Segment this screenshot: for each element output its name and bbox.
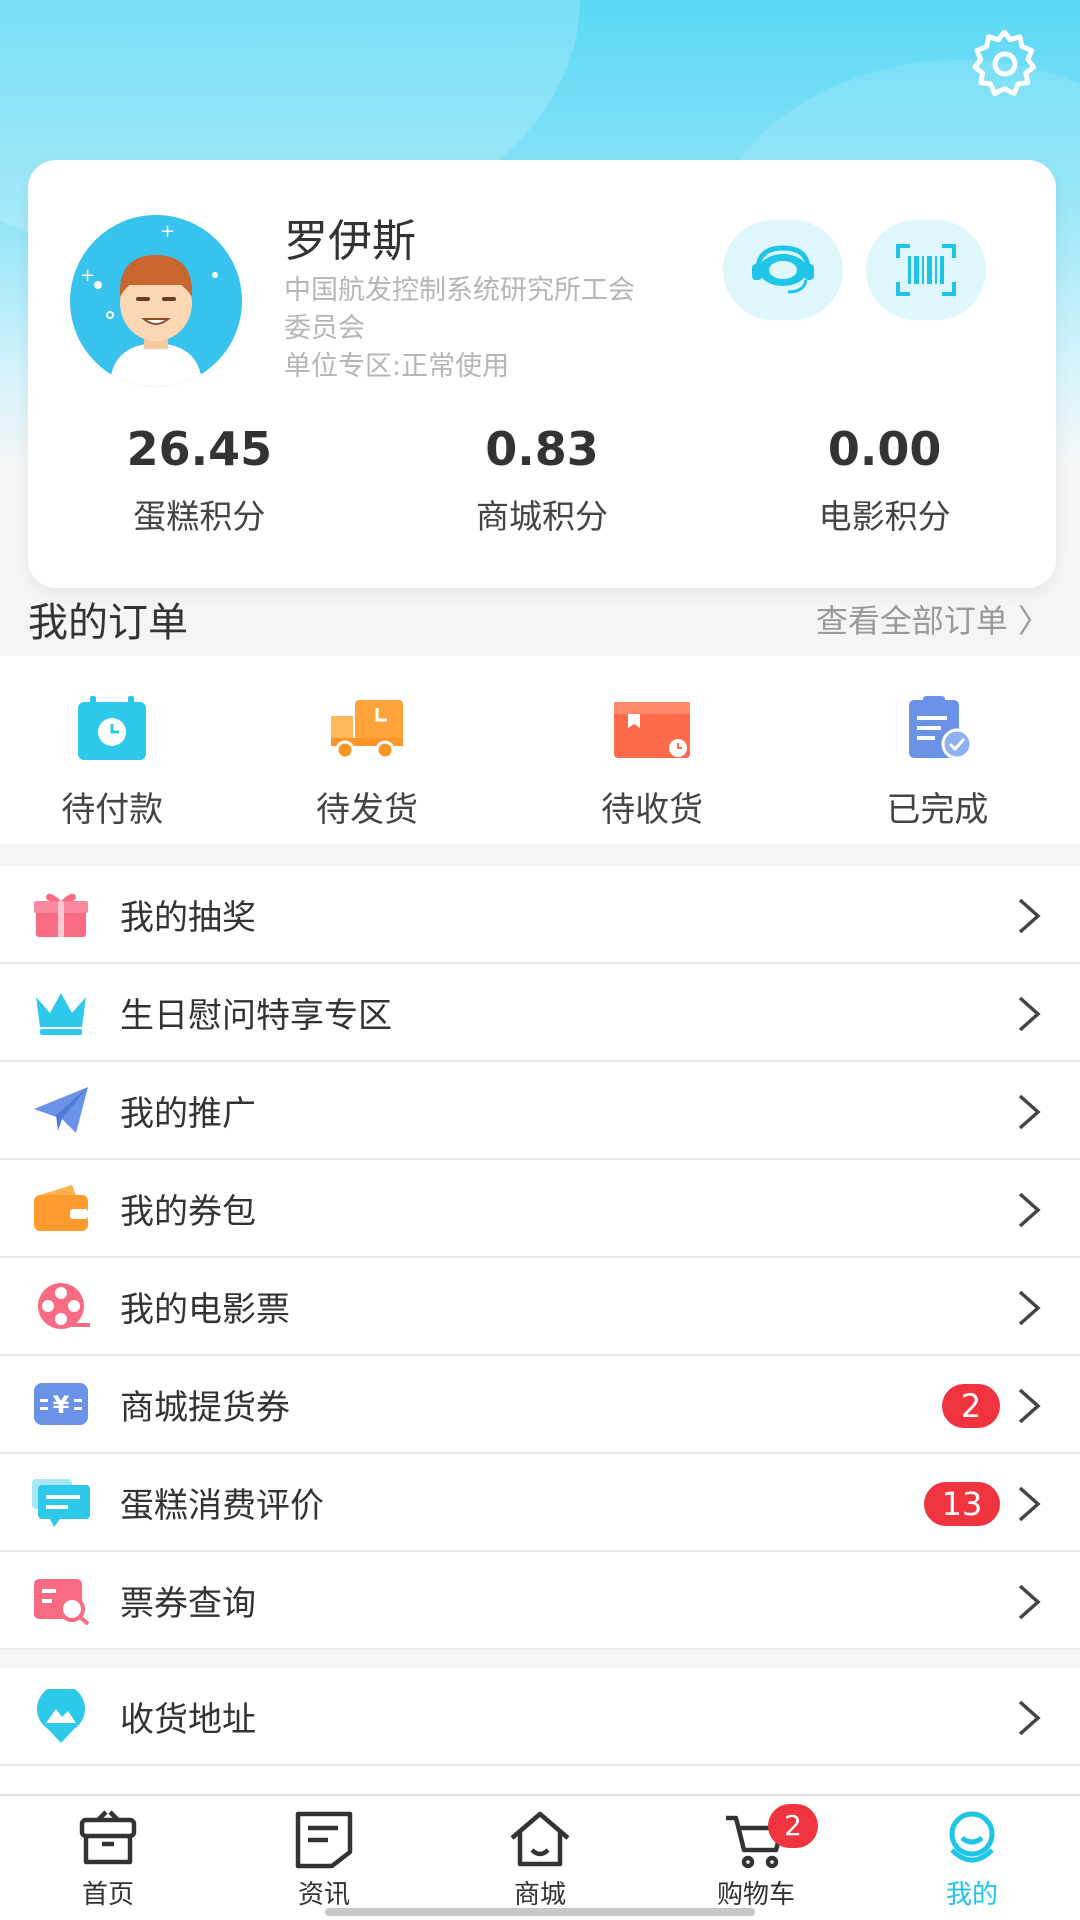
order-pending-payment[interactable]: 待付款	[0, 656, 224, 844]
tab-news[interactable]: 资讯	[216, 1796, 432, 1920]
points-summary: 26.45 蛋糕积分 0.83 商城积分 0.00 电影积分	[28, 422, 1056, 538]
scan-button[interactable]	[866, 220, 986, 320]
svg-text:+: +	[80, 265, 95, 286]
menu-label: 商城提货券	[120, 1387, 290, 1428]
parcel-icon	[612, 694, 692, 762]
menu-item-promotion[interactable]: 我的推广	[0, 1062, 1080, 1160]
film-reel-icon	[30, 1279, 92, 1333]
profile-card: + + 罗伊斯 中国航发控制系统研究所工会 委员会 单位专区:正常使用 26.4…	[28, 160, 1056, 588]
menu-label: 我的电影票	[120, 1289, 290, 1330]
wallet-icon	[30, 1181, 92, 1235]
menu-item-shipping-address[interactable]: 收货地址	[0, 1668, 1080, 1766]
barcode-scan-icon	[896, 244, 956, 296]
truck-icon	[327, 694, 407, 762]
svg-text:¥: ¥	[53, 1391, 70, 1419]
avatar[interactable]: + +	[70, 215, 242, 387]
org-line: 中国航发控制系统研究所工会	[284, 275, 635, 306]
cake-points[interactable]: 26.45 蛋糕积分	[28, 422, 371, 538]
menu-label: 生日慰问特享专区	[120, 995, 392, 1036]
tab-home[interactable]: 首页	[0, 1796, 216, 1920]
menu-label: 收货地址	[120, 1699, 256, 1740]
headset-icon	[752, 245, 814, 294]
chevron-right-icon	[1018, 898, 1041, 934]
order-label: 待发货	[315, 790, 418, 830]
home-indicator[interactable]	[325, 1908, 755, 1916]
menu-item-ticket-query[interactable]: 票券查询	[0, 1552, 1080, 1650]
user-name: 罗伊斯	[284, 216, 416, 267]
orders-header: 我的订单 查看全部订单 〉	[0, 588, 1080, 646]
points-value: 0.00	[827, 422, 942, 476]
svg-text:+: +	[160, 221, 175, 242]
count-badge: 13	[924, 1482, 1000, 1526]
view-all-orders-link[interactable]: 查看全部订单 〉	[816, 596, 1050, 642]
menu-label: 蛋糕消费评价	[120, 1485, 324, 1526]
chevron-right-icon	[1018, 1584, 1041, 1620]
ticket-icon: ¥	[30, 1377, 92, 1431]
house-icon	[508, 1810, 572, 1870]
tab-label: 首页	[81, 1880, 134, 1910]
menu-label: 我的券包	[120, 1191, 256, 1232]
search-doc-icon	[30, 1573, 92, 1627]
news-icon	[292, 1810, 356, 1870]
order-label: 已完成	[886, 790, 989, 830]
chevron-right-icon	[1018, 1700, 1041, 1736]
points-value: 0.83	[485, 422, 599, 476]
tab-label: 我的	[945, 1880, 998, 1910]
order-status-bar: 待付款 待发货 待收货 已完成	[0, 656, 1080, 844]
menu-label: 我的抽奖	[120, 897, 256, 938]
menu-item-coupons[interactable]: 我的券包	[0, 1160, 1080, 1258]
pending-payment-icon	[72, 694, 152, 762]
tab-label: 商城	[513, 1880, 566, 1910]
home-box-icon	[76, 1810, 140, 1870]
gift-icon	[30, 887, 92, 941]
order-pending-shipment[interactable]: 待发货	[224, 656, 509, 844]
menu-label: 我的推广	[120, 1093, 256, 1134]
org-line: 委员会	[284, 313, 365, 344]
tab-mall[interactable]: 商城	[432, 1796, 648, 1920]
chevron-right-icon	[1018, 1290, 1041, 1326]
menu-label: 票券查询	[120, 1583, 256, 1624]
paper-plane-icon	[30, 1083, 92, 1137]
cart-count-badge: 2	[768, 1804, 818, 1848]
menu-item-birthday-zone[interactable]: 生日慰问特享专区	[0, 964, 1080, 1062]
tab-mine[interactable]: 我的	[864, 1796, 1080, 1920]
chevron-right-icon	[1018, 1192, 1041, 1228]
menu-list: 我的抽奖 生日慰问特享专区 我的推广 我的券包 我的电影票 ¥ 商城提货券 2 …	[0, 866, 1080, 1650]
menu-item-mall-pickup-voucher[interactable]: ¥ 商城提货券 2	[0, 1356, 1080, 1454]
tab-label: 购物车	[716, 1880, 795, 1910]
points-label: 商城积分	[476, 497, 608, 536]
crown-icon	[30, 985, 92, 1039]
points-label: 蛋糕积分	[133, 497, 266, 536]
menu-list-secondary: 收货地址	[0, 1668, 1080, 1806]
unit-status: 单位专区:正常使用	[284, 351, 510, 382]
location-icon	[30, 1689, 92, 1743]
tab-cart[interactable]: 2 购物车	[648, 1796, 864, 1920]
chevron-right-icon	[1018, 996, 1041, 1032]
order-completed[interactable]: 已完成	[795, 656, 1080, 844]
points-value: 26.45	[126, 422, 273, 476]
chevron-right-icon	[1018, 1094, 1041, 1130]
order-pending-receipt[interactable]: 待收货	[510, 656, 795, 844]
movie-points[interactable]: 0.00 电影积分	[713, 422, 1056, 538]
chevron-right-icon	[1018, 1486, 1041, 1522]
menu-item-lottery[interactable]: 我的抽奖	[0, 866, 1080, 964]
chevron-right-icon	[1018, 1388, 1041, 1424]
mall-points[interactable]: 0.83 商城积分	[371, 422, 714, 538]
settings-icon[interactable]	[970, 29, 1040, 100]
order-label: 待收货	[601, 790, 704, 830]
my-profile-page: + + 罗伊斯 中国航发控制系统研究所工会 委员会 单位专区:正常使用 26.4…	[0, 0, 1080, 1920]
clipboard-check-icon	[897, 694, 977, 762]
customer-service-button[interactable]	[723, 220, 843, 320]
points-label: 电影积分	[818, 497, 951, 536]
tab-label: 资讯	[297, 1880, 350, 1910]
comment-icon	[30, 1475, 92, 1529]
profile-icon	[940, 1810, 1004, 1870]
count-badge: 2	[942, 1384, 1000, 1428]
orders-title: 我的订单	[28, 600, 188, 646]
order-label: 待付款	[61, 790, 164, 830]
bottom-nav: 首页 资讯 商城 2 购物车 我的	[0, 1794, 1080, 1920]
menu-item-movie-tickets[interactable]: 我的电影票	[0, 1258, 1080, 1356]
organization-info: 中国航发控制系统研究所工会 委员会 单位专区:正常使用	[284, 272, 744, 386]
menu-item-cake-review[interactable]: 蛋糕消费评价 13	[0, 1454, 1080, 1552]
